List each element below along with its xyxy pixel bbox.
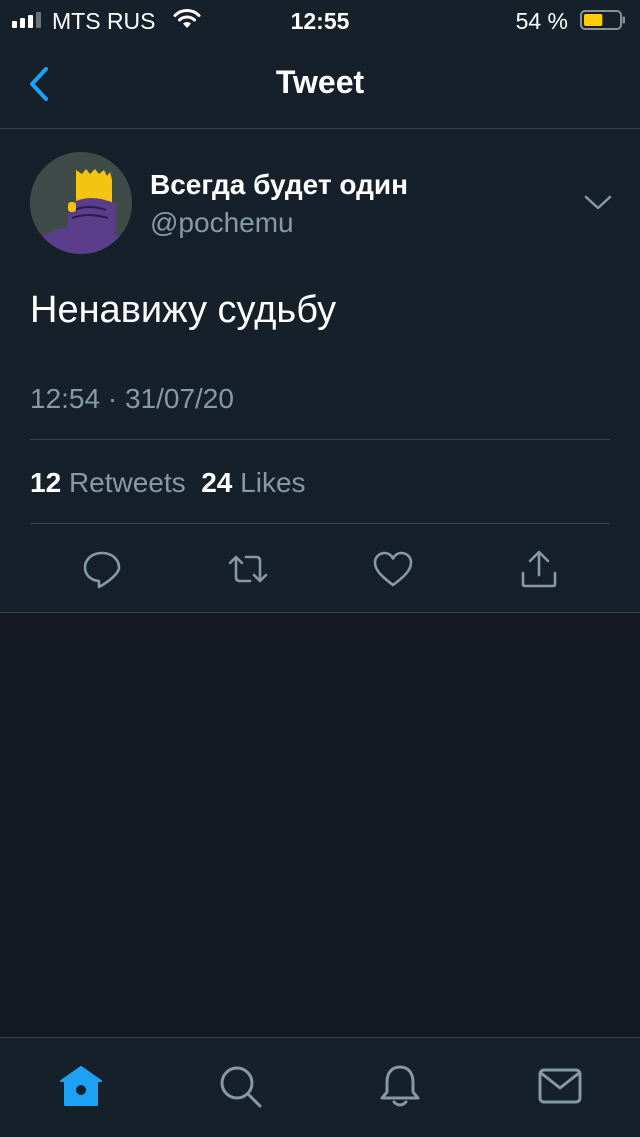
avatar-image	[30, 152, 132, 254]
status-bar: MTS RUS 12:55 54 %	[0, 0, 640, 40]
like-icon[interactable]	[371, 547, 415, 591]
tweet-actions	[0, 541, 640, 601]
search-icon[interactable]	[216, 1062, 264, 1110]
author-display-name[interactable]: Всегда будет один	[150, 169, 408, 201]
retweets-count: 12	[30, 467, 62, 498]
likes-stat[interactable]: 24 Likes	[201, 467, 305, 498]
battery-percent: 54 %	[515, 8, 568, 34]
retweets-stat[interactable]: 12 Retweets	[30, 467, 186, 498]
tweet-timestamp: 12:54 · 31/07/20	[30, 383, 234, 414]
divider	[30, 439, 610, 440]
share-icon[interactable]	[517, 547, 561, 591]
divider	[30, 523, 610, 524]
tweet-text: Ненавижу судьбу	[30, 289, 337, 331]
notifications-icon[interactable]	[376, 1062, 424, 1110]
page-title: Tweet	[275, 64, 365, 100]
messages-icon[interactable]	[536, 1062, 584, 1110]
retweets-label: Retweets	[68, 467, 186, 498]
avatar[interactable]	[30, 152, 132, 254]
tab-bar	[0, 1037, 640, 1137]
retweet-icon[interactable]	[226, 547, 270, 591]
chevron-down-icon[interactable]	[582, 193, 614, 213]
author-handle[interactable]: @pochemu	[150, 207, 294, 239]
home-icon[interactable]	[57, 1062, 105, 1110]
battery-icon	[580, 10, 625, 30]
navigation-bar: Tweet	[0, 40, 640, 129]
likes-count: 24	[201, 467, 233, 498]
reply-icon[interactable]	[80, 547, 124, 591]
likes-label: Likes	[240, 467, 306, 498]
tweet-detail: Всегда будет один @pochemu Ненавижу судь…	[0, 129, 640, 613]
tweet-stats: 12 Retweets 24 Likes	[30, 467, 306, 499]
